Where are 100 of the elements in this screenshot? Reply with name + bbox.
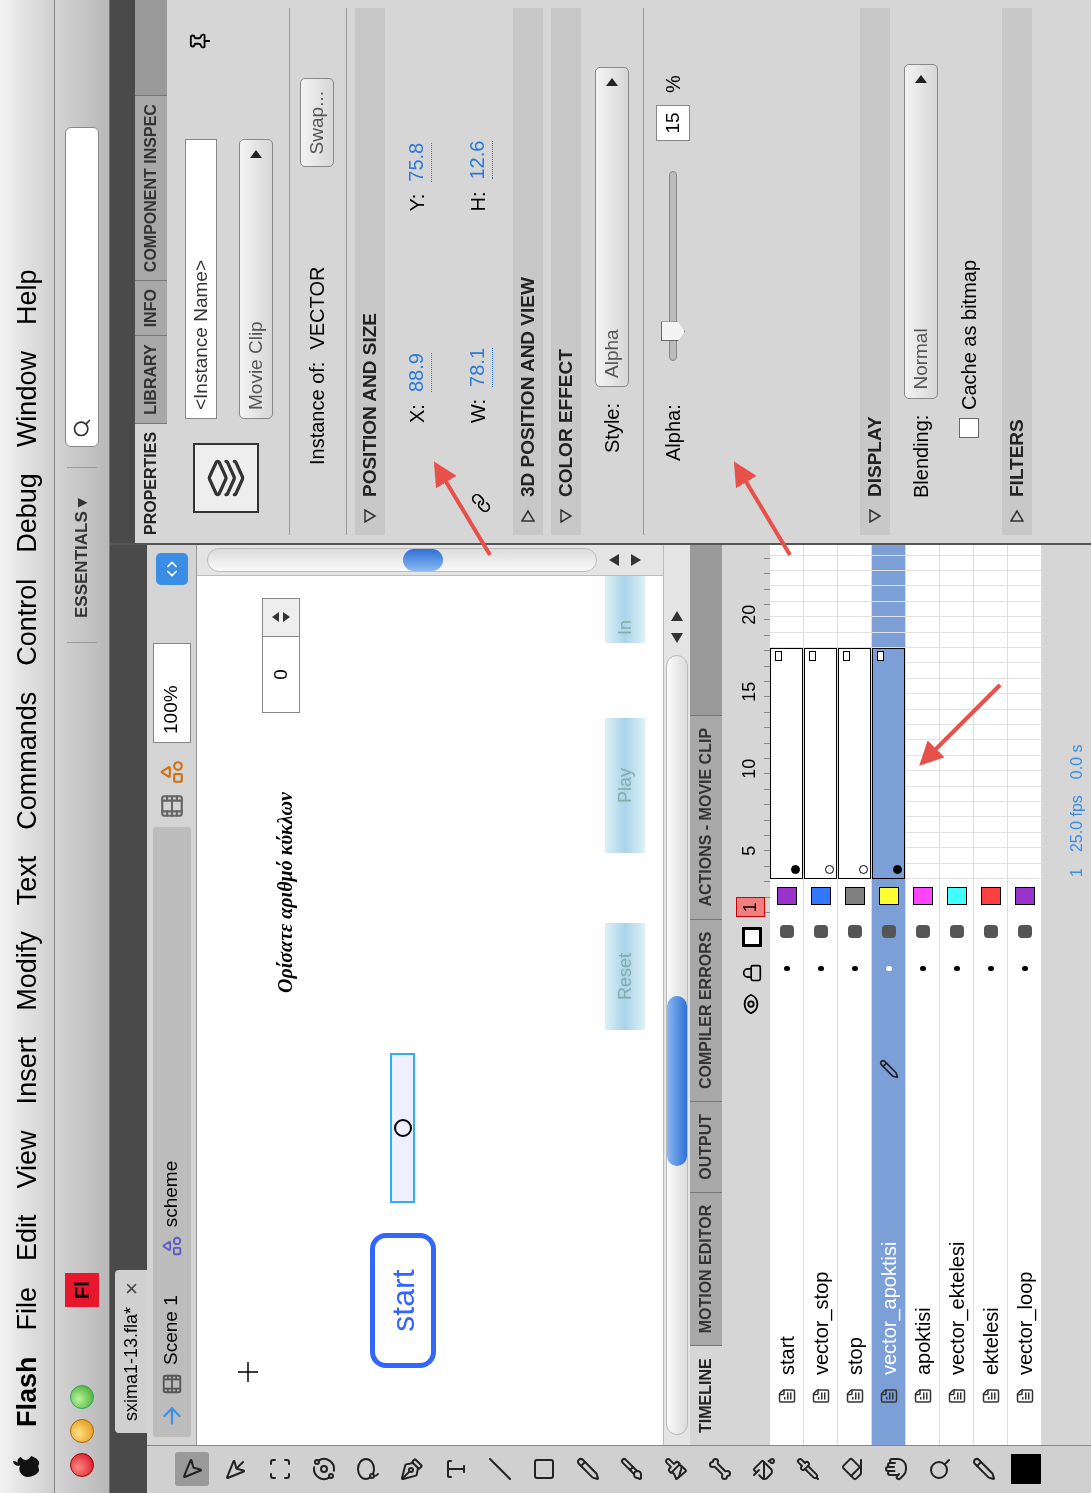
timeline-status-text: 25.0 fps: [1067, 795, 1086, 853]
panel-tab[interactable]: TIMELINE: [690, 1345, 722, 1445]
symbol-type-dropdown[interactable]: Movie Clip: [239, 139, 273, 419]
workspace-switcher[interactable]: ESSENTIALS ▾: [69, 497, 95, 618]
menu-item[interactable]: Window: [6, 351, 48, 448]
selection-tool-icon[interactable]: [175, 1452, 209, 1487]
end-frame-icon: [809, 650, 816, 661]
disclosure-triangle-icon[interactable]: [868, 509, 882, 523]
blending-label: Blending:: [909, 414, 933, 498]
layer-row[interactable]: stop: [838, 545, 872, 1445]
registration-cross-icon: [238, 1362, 258, 1382]
layer-name[interactable]: vector_stop: [805, 1271, 836, 1375]
layer-row[interactable]: vector_loop: [1008, 545, 1042, 1445]
panel-tab[interactable]: PROPERTIES: [135, 422, 167, 543]
layer-name[interactable]: vector_ektelesi: [941, 1241, 972, 1375]
search-field[interactable]: [65, 126, 99, 447]
menu-item[interactable]: File: [6, 1286, 48, 1331]
layer-name[interactable]: start: [771, 1336, 802, 1375]
menu-item[interactable]: Insert: [6, 1036, 48, 1105]
cycle-count-field[interactable]: 0: [263, 637, 299, 712]
search-icon: [72, 417, 92, 438]
scene-link[interactable]: Scene 1: [157, 1295, 186, 1365]
panel-tab[interactable]: LIBRARY: [135, 335, 167, 423]
constrain-link-icon[interactable]: [471, 493, 491, 513]
layer-row[interactable]: ektelesi: [974, 545, 1008, 1445]
menu-item[interactable]: Flash: [6, 1356, 48, 1427]
disclosure-triangle-icon[interactable]: [1010, 509, 1024, 523]
coordinate-label: X:: [404, 404, 429, 423]
cycle-count-stepper[interactable]: 0: [262, 598, 300, 713]
layer-name[interactable]: stop: [839, 1337, 870, 1375]
swap-button[interactable]: Swap...: [300, 78, 334, 168]
horizontal-scrollbar[interactable]: [663, 545, 690, 1445]
cache-label: Cache as bitmap: [957, 259, 981, 410]
end-frame-icon: [877, 650, 884, 661]
document-tab[interactable]: sxima1-13.fla* ×: [115, 1270, 147, 1433]
layer-name[interactable]: ektelesi: [975, 1307, 1006, 1375]
stepper-arrows-icon[interactable]: [263, 599, 299, 637]
fill-color-swatch[interactable]: [1011, 1454, 1041, 1485]
menu-item[interactable]: Modify: [6, 931, 48, 1011]
scroll-thumb[interactable]: [403, 549, 443, 571]
frame-span[interactable]: [804, 647, 837, 879]
vertical-scrollbar[interactable]: [197, 545, 663, 576]
edit-scene-icon[interactable]: [158, 793, 185, 819]
layer-row[interactable]: apoktisi: [906, 545, 940, 1445]
frame-span[interactable]: [770, 647, 803, 879]
selected-movie-clip[interactable]: [390, 1053, 415, 1203]
frame-number: 20: [738, 604, 760, 625]
timeline-status-text: 1: [1067, 868, 1086, 877]
scroll-thumb[interactable]: [667, 996, 687, 1166]
apple-logo-icon[interactable]: [12, 1453, 42, 1479]
section-header[interactable]: DISPLAY: [860, 8, 890, 535]
outline-icon[interactable]: [742, 927, 762, 948]
panel-tab[interactable]: ACTIONS - MOVIE CLIP: [690, 714, 722, 919]
layer-row[interactable]: vector_stop: [804, 545, 838, 1445]
symbol-link[interactable]: scheme: [157, 1160, 186, 1228]
alpha-slider-thumb[interactable]: [661, 321, 685, 342]
layer-name[interactable]: apoktisi: [907, 1307, 938, 1375]
layer-name[interactable]: vector_loop: [1009, 1271, 1040, 1375]
style-dropdown[interactable]: Alpha: [595, 66, 629, 387]
layer-icon: [777, 1387, 796, 1405]
disclosure-triangle-icon[interactable]: [521, 509, 535, 523]
stage-caption: Ορίσατε αριθμό κύκλων: [273, 792, 298, 993]
dropdown-arrow-icon: [248, 148, 264, 160]
frame-span[interactable]: [872, 647, 905, 879]
menu-item[interactable]: Control: [6, 578, 48, 666]
section-header[interactable]: 3D POSITION AND VIEW: [513, 8, 543, 535]
alpha-field[interactable]: 15: [656, 105, 690, 141]
disclosure-triangle-icon[interactable]: [559, 509, 573, 523]
panel-tab[interactable]: MOTION EDITOR: [690, 1191, 722, 1346]
panel-tab[interactable]: COMPONENT INSPEC: [135, 95, 167, 281]
panel-tab[interactable]: INFO: [135, 280, 167, 336]
close-window-button[interactable]: [70, 1453, 94, 1477]
layer-icon: [981, 1387, 1000, 1405]
menu-item[interactable]: Help: [6, 269, 48, 326]
menu-item[interactable]: Commands: [6, 691, 48, 830]
section-header[interactable]: FILTERS: [1002, 8, 1032, 535]
zoom-field[interactable]: 100%: [152, 643, 191, 743]
lock-icon[interactable]: [742, 963, 762, 984]
blending-dropdown[interactable]: Normal: [904, 63, 938, 399]
disclosure-triangle-icon[interactable]: [363, 509, 377, 523]
scene-icon: [160, 1373, 183, 1395]
app-logo: Fl: [65, 1273, 99, 1307]
layer-row[interactable]: start: [770, 545, 804, 1445]
close-tab-button[interactable]: ×: [114, 1282, 148, 1295]
section-header[interactable]: POSITION AND SIZE: [355, 8, 385, 535]
start-symbol: start: [370, 1233, 436, 1368]
menu-item[interactable]: Edit: [6, 1214, 48, 1261]
panel-tab[interactable]: OUTPUT: [690, 1100, 722, 1192]
cache-checkbox[interactable]: [959, 418, 979, 438]
minimize-window-button[interactable]: [70, 1419, 94, 1443]
instance-of-value: VECTOR: [305, 266, 329, 350]
menu-item[interactable]: Debug: [6, 473, 48, 553]
instance-name-field[interactable]: <Instance Name>: [185, 139, 217, 419]
layer-row[interactable]: vector_ektelesi: [940, 545, 974, 1445]
panel-tab[interactable]: COMPILER ERRORS: [690, 918, 722, 1101]
frame-span[interactable]: [838, 647, 871, 879]
frame-number: 15: [738, 681, 760, 702]
section-header[interactable]: COLOR EFFECT: [551, 8, 581, 535]
menu-item[interactable]: Text: [6, 855, 48, 906]
menu-item[interactable]: View: [6, 1130, 48, 1189]
